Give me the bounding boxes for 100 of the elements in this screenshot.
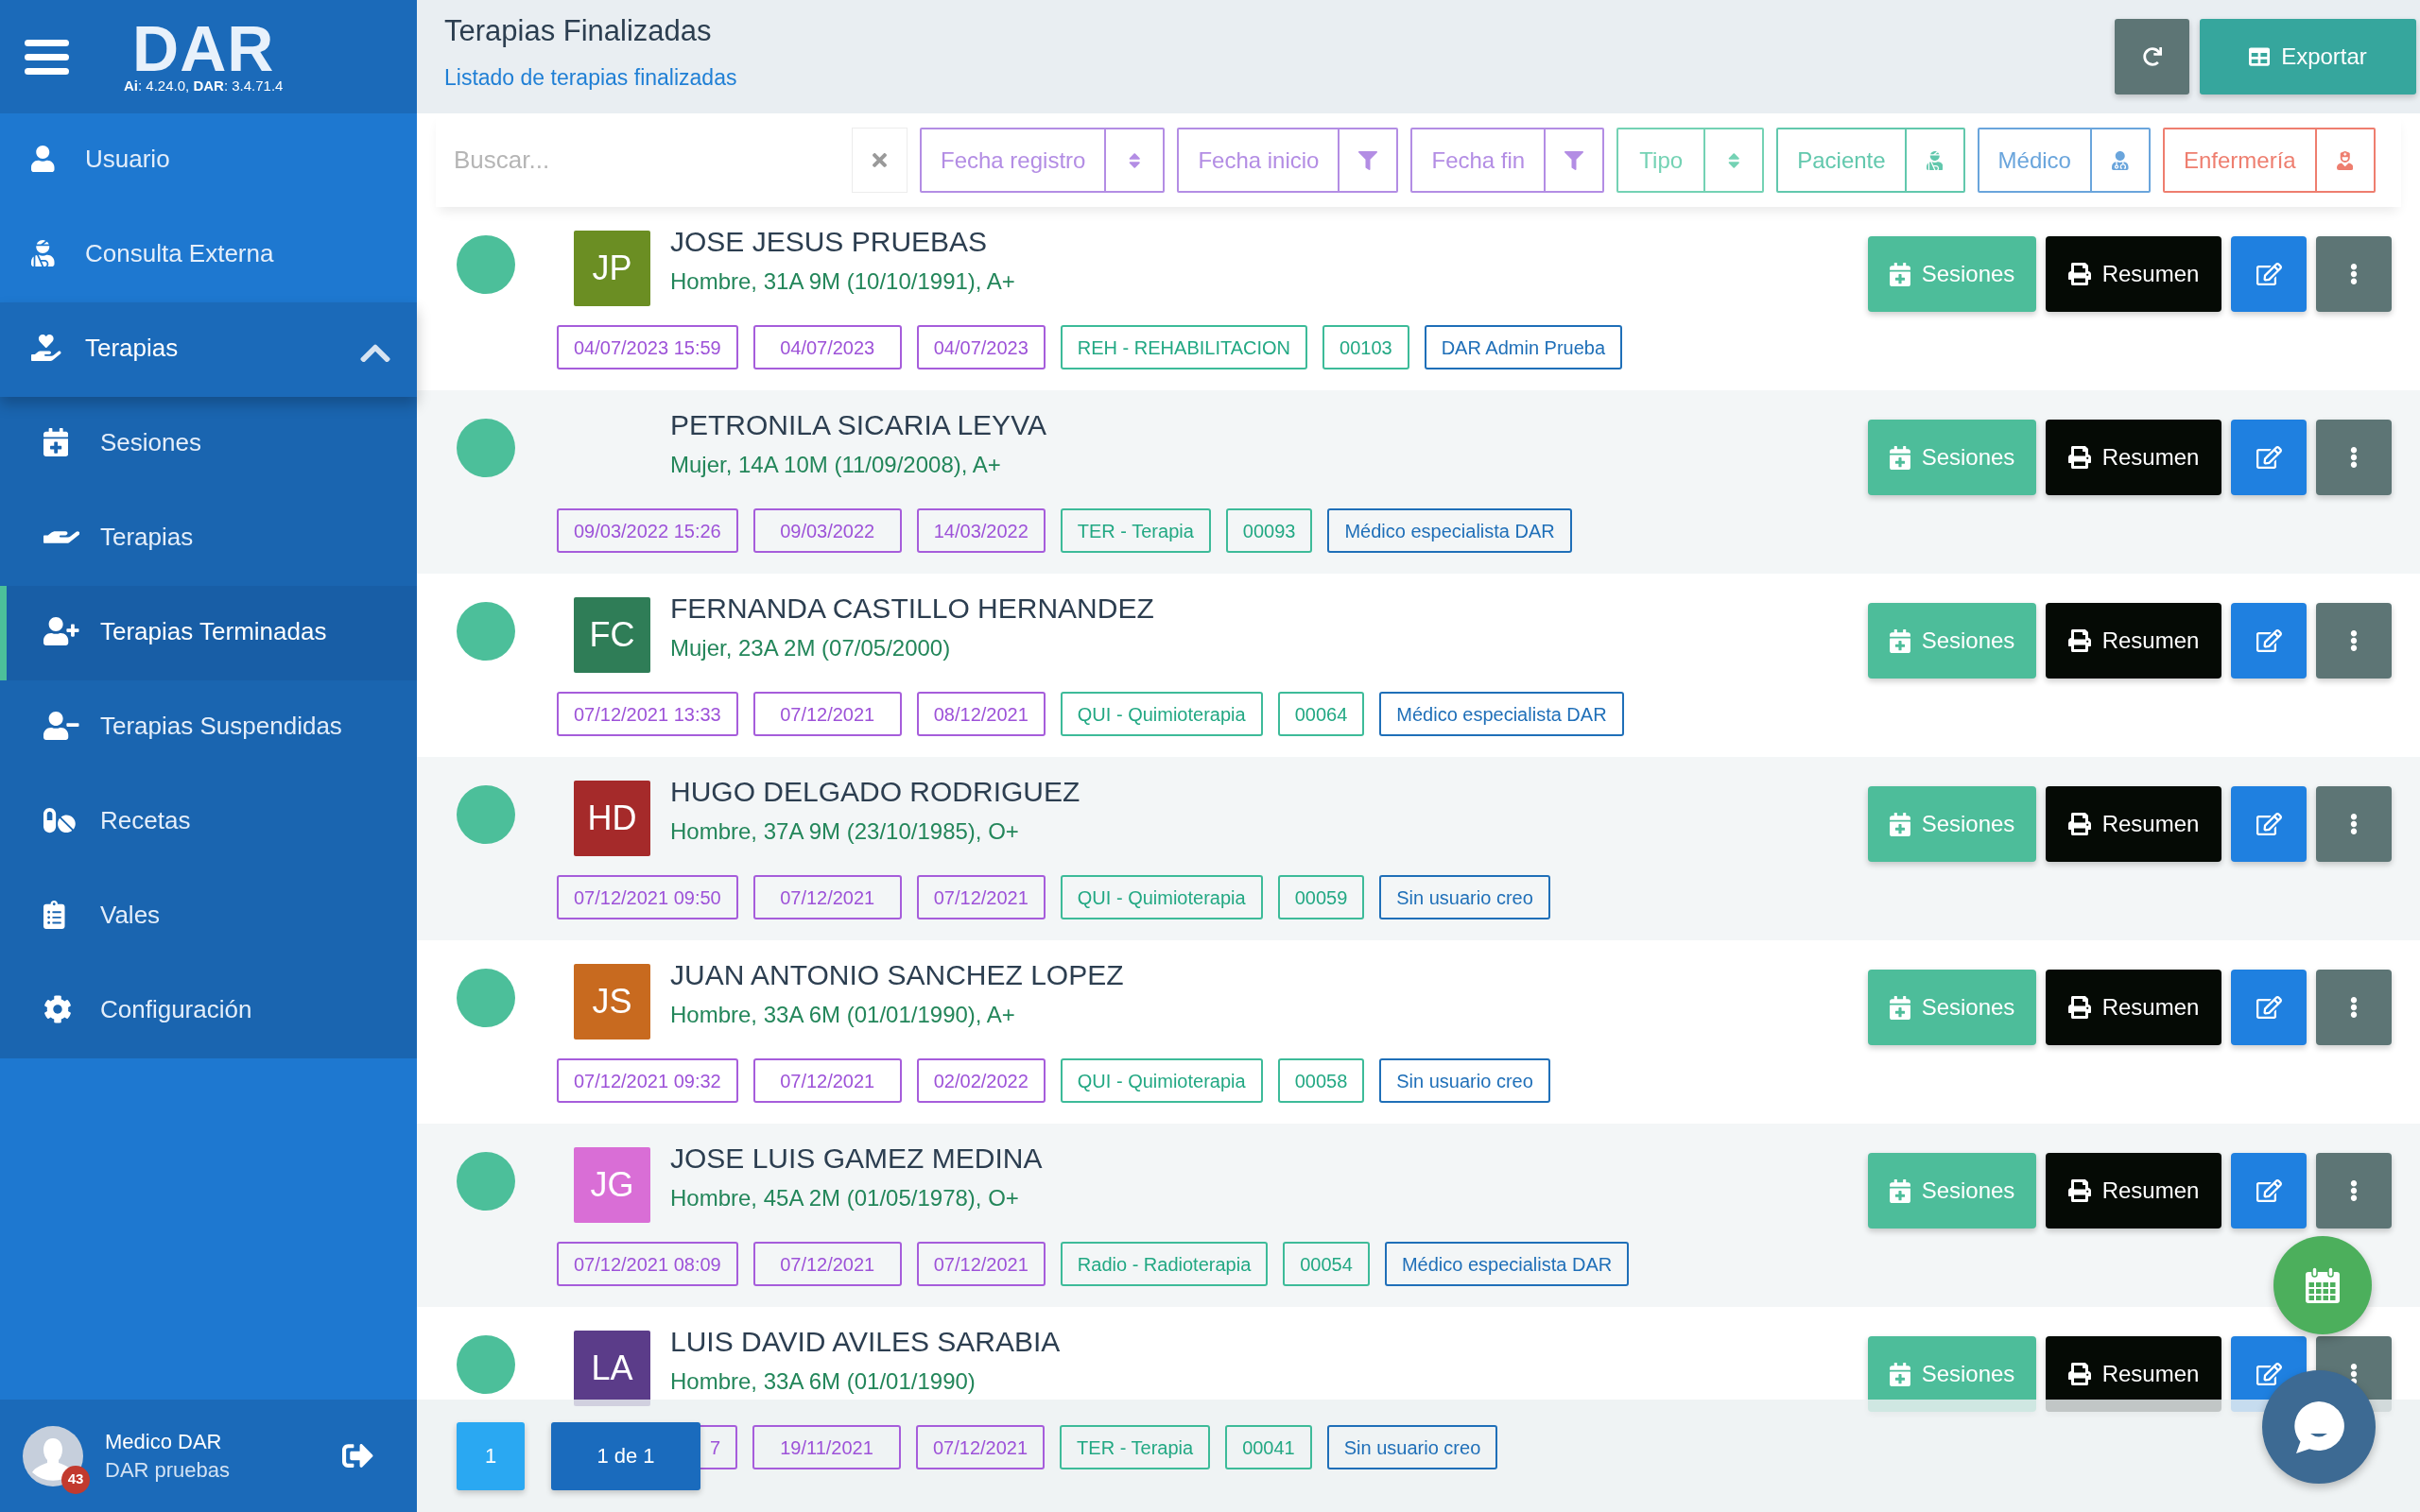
sessions-button[interactable]: Sesiones (1868, 1153, 2036, 1228)
summary-button[interactable]: Resumen (2046, 970, 2221, 1045)
refresh-button[interactable] (2115, 19, 2189, 94)
registered-date-tag: 09/03/2022 15:26 (557, 508, 738, 553)
calendar-plus-icon (1889, 995, 1910, 1020)
edit-button[interactable] (2231, 236, 2307, 312)
calendar-plus-icon (1889, 1362, 1910, 1386)
patient-info: Mujer, 14A 10M (11/09/2008), A+ (670, 451, 1002, 479)
sessions-button[interactable]: Sesiones (1868, 603, 2036, 679)
edit-button[interactable] (2231, 970, 2307, 1045)
registered-date-tag: 07/12/2021 08:09 (557, 1242, 738, 1286)
hand-heart-icon (31, 335, 61, 361)
more-icon (2350, 997, 2358, 1018)
user-silhouette-icon (23, 1425, 83, 1486)
registered-date-tag: 07/12/2021 13:33 (557, 692, 738, 736)
sessions-button[interactable]: Sesiones (1868, 420, 2036, 495)
edit-button[interactable] (2231, 420, 2307, 495)
sidebar-item[interactable]: Terapias (0, 302, 417, 397)
filter-select[interactable]: Fecha fin (1410, 128, 1605, 193)
more-icon (2350, 264, 2358, 284)
patient-info: Hombre, 45A 2M (01/05/1978), O+ (670, 1184, 1020, 1212)
printer-icon (2067, 1363, 2091, 1385)
therapy-type-tag: QUI - Quimioterapia (1060, 875, 1263, 919)
printer-icon (2067, 629, 2091, 652)
start-date-tag: 07/12/2021 (752, 875, 902, 919)
patient-icon (31, 240, 55, 266)
more-icon (2350, 814, 2358, 834)
printer-icon (2067, 1179, 2091, 1202)
clear-button[interactable] (852, 128, 908, 193)
sidebar-item[interactable]: Terapias (0, 491, 417, 586)
sidebar-item[interactable]: Terapias Terminadas (0, 586, 417, 680)
filter-icon (1564, 150, 1584, 170)
sidebar-item[interactable]: Configuración (0, 964, 417, 1058)
therapy-type-tag: QUI - Quimioterapia (1060, 692, 1263, 736)
therapy-type-tag: REH - REHABILITACION (1060, 325, 1308, 369)
patient-info: Hombre, 33A 6M (01/01/1990), A+ (670, 1001, 1016, 1029)
filter-select[interactable]: Fecha inicio (1177, 128, 1399, 193)
edit-button[interactable] (2231, 1153, 2307, 1228)
therapy-code-tag: 00093 (1225, 508, 1313, 553)
filter-select[interactable]: Enfermería (2162, 128, 2376, 193)
page-count: 1 de 1 (551, 1421, 700, 1490)
end-date-tag: 07/12/2021 (916, 1425, 1046, 1469)
calendar-plus-icon (1889, 812, 1910, 836)
therapy-code-tag: 00103 (1322, 325, 1409, 369)
sidebar-item[interactable]: Terapias Suspendidas (0, 680, 417, 775)
therapy-code-tag: 00064 (1277, 692, 1365, 736)
version-text: Ai: 4.24.0, DAR: 3.4.71.4 (124, 77, 284, 94)
filter-select[interactable]: Fecha registro (920, 128, 1166, 193)
start-date-tag: 19/11/2021 (752, 1425, 901, 1469)
edit-button[interactable] (2231, 603, 2307, 679)
creator-tag: DAR Admin Prueba (1424, 325, 1623, 369)
patient-name: JOSE LUIS GAMEZ MEDINA (670, 1142, 1043, 1176)
user-organization: DAR pruebas (105, 1456, 231, 1484)
edit-icon (2256, 1363, 2282, 1385)
edit-icon (2256, 996, 2282, 1019)
summary-button[interactable]: Resumen (2046, 420, 2221, 495)
logout-button[interactable] (342, 1442, 373, 1469)
summary-button[interactable]: Resumen (2046, 603, 2221, 679)
user-minus-icon (43, 712, 79, 740)
edit-icon (2256, 263, 2282, 285)
creator-tag: Sin usuario creo (1379, 875, 1550, 919)
more-icon (2350, 1180, 2358, 1201)
therapy-code-tag: 00041 (1225, 1425, 1312, 1469)
sessions-button[interactable]: Sesiones (1868, 236, 2036, 312)
summary-button[interactable]: Resumen (2046, 786, 2221, 862)
therapy-code-tag: 00058 (1277, 1058, 1365, 1103)
summary-button[interactable]: Resumen (2046, 236, 2221, 312)
summary-button[interactable]: Resumen (2046, 1153, 2221, 1228)
app-logo: DAR (132, 19, 275, 77)
export-button[interactable]: Exportar (2200, 19, 2416, 94)
calendar-plus-icon (43, 428, 69, 456)
hand-icon (43, 530, 80, 543)
filter-select[interactable]: Médico (1977, 128, 2151, 193)
end-date-tag: 08/12/2021 (916, 692, 1046, 736)
therapy-code-tag: 00059 (1277, 875, 1365, 919)
therapy-type-tag: Radio - Radioterapia (1060, 1242, 1269, 1286)
sessions-button[interactable]: Sesiones (1868, 786, 2036, 862)
registered-date-tag: 07/12/2021 09:50 (557, 875, 738, 919)
calendar-plus-icon (1889, 262, 1910, 286)
search-field[interactable]: Buscar... (454, 128, 852, 193)
filter-icon (1358, 150, 1378, 170)
calendar-plus-icon (1889, 628, 1910, 653)
pills-icon (43, 806, 76, 834)
patient-icon (1926, 150, 1944, 170)
sessions-button[interactable]: Sesiones (1868, 970, 2036, 1045)
edit-icon (2256, 629, 2282, 652)
filter-select[interactable]: Paciente (1776, 128, 1965, 193)
calendar-plus-icon (1889, 1178, 1910, 1203)
printer-icon (2067, 263, 2091, 285)
edit-button[interactable] (2231, 786, 2307, 862)
sidebar-item[interactable]: Recetas (0, 775, 417, 869)
creator-tag: Médico especialista DAR (1327, 508, 1572, 553)
sidebar-item[interactable]: Sesiones (0, 397, 417, 491)
page-button[interactable]: 1 (457, 1421, 525, 1490)
sidebar-item[interactable]: Vales (0, 869, 417, 964)
initials-avatar: FC (574, 597, 650, 673)
start-date-tag: 07/12/2021 (752, 692, 902, 736)
patient-info: Hombre, 33A 6M (01/01/1990) (670, 1367, 977, 1396)
user-name: Medico DAR (105, 1428, 223, 1455)
menu-button[interactable] (25, 39, 69, 75)
